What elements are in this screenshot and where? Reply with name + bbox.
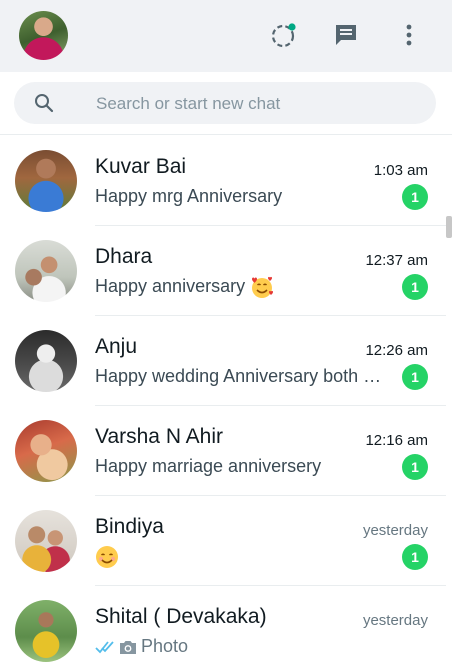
message-text: Photo xyxy=(141,636,189,656)
unread-badge: 1 xyxy=(402,274,428,300)
contact-avatar xyxy=(15,420,77,482)
chat-row-anju[interactable]: Anju 12:26 am Happy wedding Anniversary … xyxy=(0,316,446,406)
chat-row-dhara[interactable]: Dhara 12:37 am Happy anniversary 1 xyxy=(0,226,446,316)
last-message: Photo xyxy=(95,634,385,658)
status-icon[interactable] xyxy=(269,20,299,50)
last-message-time: 12:26 am xyxy=(365,342,428,359)
menu-icon[interactable] xyxy=(394,20,424,50)
contact-avatar xyxy=(15,240,77,302)
camera-icon xyxy=(120,641,136,655)
search-icon[interactable] xyxy=(34,93,54,113)
unread-badge: 1 xyxy=(402,364,428,390)
search-box[interactable] xyxy=(14,82,436,126)
last-message: Happy marriage anniversery xyxy=(95,456,322,476)
chat-list: Kuvar Bai 1:03 am Happy mrg Anniversary … xyxy=(0,136,446,665)
contact-name: Varsha N Ahir xyxy=(95,425,223,448)
scrollbar[interactable] xyxy=(446,216,452,238)
smiling-face-icon xyxy=(96,546,118,569)
last-message: Happy mrg Anniversary xyxy=(95,186,283,206)
read-double-tick-icon xyxy=(95,641,114,654)
last-message-time: yesterday xyxy=(362,612,428,629)
message-text: Happy anniversary xyxy=(95,276,246,296)
last-message-time: yesterday xyxy=(362,522,428,539)
new-chat-icon[interactable] xyxy=(331,20,361,50)
chat-row-varsha-n-ahir[interactable]: Varsha N Ahir 12:16 am Happy marriage an… xyxy=(0,406,446,496)
contact-avatar xyxy=(15,330,77,392)
last-message-time: 12:16 am xyxy=(365,432,428,449)
search-area xyxy=(0,72,452,135)
last-message-time: 1:03 am xyxy=(373,162,428,179)
chat-row-shital-devakaka[interactable]: Shital ( Devakaka) yesterday Photo xyxy=(0,586,446,665)
unread-badge: 1 xyxy=(402,184,428,210)
last-message: Happy anniversary xyxy=(95,274,385,300)
chat-row-bindiya[interactable]: Bindiya yesterday 1 xyxy=(0,496,446,586)
profile-avatar[interactable] xyxy=(19,11,68,60)
unread-badge: 1 xyxy=(402,544,428,570)
last-message-time: 12:37 am xyxy=(365,252,428,269)
smiling-face-with-hearts-icon xyxy=(252,277,274,299)
contact-avatar xyxy=(15,150,77,212)
last-message: Happy wedding Anniversary both of you xyxy=(95,366,385,386)
contact-name: Shital ( Devakaka) xyxy=(95,605,267,628)
contact-avatar xyxy=(15,510,77,572)
contact-name: Bindiya xyxy=(95,515,164,538)
contact-name: Kuvar Bai xyxy=(95,155,187,178)
contact-name: Dhara xyxy=(95,245,153,268)
contact-name: Anju xyxy=(95,335,138,358)
chat-row-kuvar-bai[interactable]: Kuvar Bai 1:03 am Happy mrg Anniversary … xyxy=(0,136,446,226)
search-input[interactable] xyxy=(94,82,428,126)
header xyxy=(0,0,452,72)
contact-avatar xyxy=(15,600,77,662)
last-message xyxy=(95,544,385,569)
unread-badge: 1 xyxy=(402,454,428,480)
